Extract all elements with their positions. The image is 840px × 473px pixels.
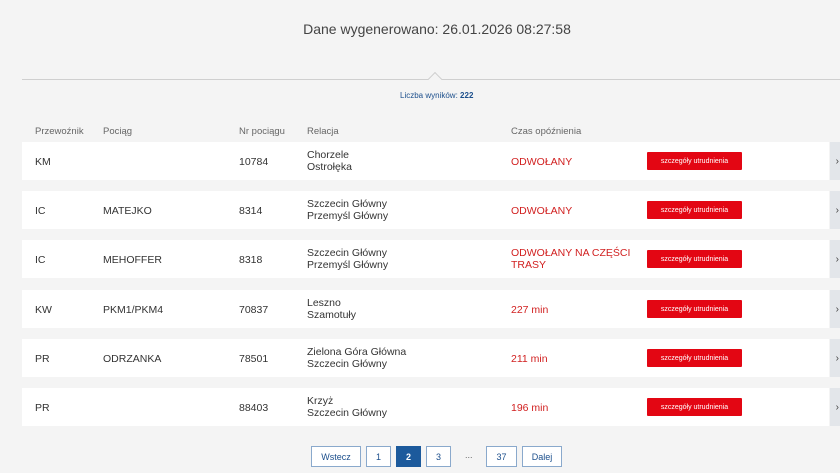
row-delay: ODWOŁANY — [511, 205, 572, 217]
row-delay: ODWOŁANY — [511, 156, 572, 168]
expand-row-icon[interactable]: › — [830, 240, 840, 278]
table-header: Przewoźnik Pociąg Nr pociągu Relacja Cza… — [0, 126, 840, 138]
disruption-details-button[interactable]: szczegóły utrudnienia — [647, 300, 742, 318]
row-delay: 211 min — [511, 353, 548, 365]
table-row: PR ODRZANKA 78501 Zielona Góra Główna Sz… — [22, 339, 829, 377]
page-last-button[interactable]: 37 — [486, 446, 517, 467]
disruption-details-button[interactable]: szczegóły utrudnienia — [647, 152, 742, 170]
page-1-button[interactable]: 1 — [366, 446, 391, 467]
row-route: Chorzele Ostrołęka — [307, 149, 352, 173]
expand-row-icon[interactable]: › — [830, 388, 840, 426]
route-to: Szczecin Główny — [307, 407, 387, 419]
row-number: 88403 — [239, 402, 269, 414]
row-train: PKM1/PKM4 — [103, 304, 164, 316]
route-to: Przemyśl Główny — [307, 210, 389, 222]
table-row: PR 88403 Krzyż Szczecin Główny 196 min s… — [22, 388, 829, 426]
route-from: Szczecin Główny — [307, 198, 387, 210]
row-number: 8314 — [239, 205, 263, 217]
delay-line-1: 227 min — [511, 304, 549, 316]
row-route: Szczecin Główny Przemyśl Główny — [307, 247, 388, 271]
generated-timestamp: Dane wygenerowano: 26.01.2026 08:27:58 — [303, 21, 571, 37]
prev-page-button[interactable]: Wstecz — [311, 446, 361, 467]
row-train: MATEJKO — [103, 205, 152, 217]
row-carrier: KW — [35, 304, 52, 316]
pagination-ellipsis: ... — [465, 450, 473, 460]
delay-line-1: ODWOŁANY — [511, 156, 573, 168]
row-number: 78501 — [239, 353, 269, 365]
row-delay: 196 min — [511, 402, 548, 414]
expand-row-icon[interactable]: › — [830, 142, 840, 180]
pagination: Wstecz 1 2 3 ... 37 Dalej — [0, 446, 840, 467]
route-from: Leszno — [307, 297, 341, 309]
results-count-value: 222 — [460, 91, 474, 100]
route-from: Szczecin Główny — [307, 247, 387, 259]
col-number: Nr pociągu — [239, 126, 285, 137]
delay-line-1: ODWOŁANY — [511, 205, 573, 217]
row-delay: ODWOŁANY NA CZĘŚCI TRASY — [511, 247, 630, 271]
row-route: Krzyż Szczecin Główny — [307, 395, 387, 419]
row-train: ODRZANKA — [103, 353, 162, 365]
row-route: Zielona Góra Główna Szczecin Główny — [307, 346, 406, 370]
row-number: 8318 — [239, 254, 263, 266]
table-row: IC MEHOFFER 8318 Szczecin Główny Przemyś… — [22, 240, 829, 278]
row-carrier: IC — [35, 254, 46, 266]
delay-line-1: 196 min — [511, 402, 549, 414]
row-carrier: KM — [35, 156, 51, 168]
row-number: 70837 — [239, 304, 269, 316]
expand-row-icon[interactable]: › — [830, 339, 840, 377]
row-delay: 227 min — [511, 304, 548, 316]
col-carrier: Przewoźnik — [35, 126, 84, 137]
col-route: Relacja — [307, 126, 339, 137]
route-to: Ostrołęka — [307, 161, 352, 173]
table-row: KW PKM1/PKM4 70837 Leszno Szamotuły 227 … — [22, 290, 829, 328]
col-train: Pociąg — [103, 126, 133, 137]
disruption-details-button[interactable]: szczegóły utrudnienia — [647, 250, 742, 268]
route-to: Przemyśl Główny — [307, 259, 389, 271]
route-to: Szamotuły — [307, 309, 357, 321]
table-row: IC MATEJKO 8314 Szczecin Główny Przemyśl… — [22, 191, 829, 229]
row-route: Leszno Szamotuły — [307, 297, 356, 321]
divider-notch — [427, 71, 443, 87]
disruption-details-button[interactable]: szczegóły utrudnienia — [647, 349, 742, 367]
route-from: Zielona Góra Główna — [307, 346, 407, 358]
route-to: Szczecin Główny — [307, 358, 387, 370]
route-from: Krzyż — [307, 395, 334, 407]
delay-line-1: 211 min — [511, 353, 548, 365]
next-page-button[interactable]: Dalej — [522, 446, 562, 467]
route-from: Chorzele — [307, 149, 350, 161]
row-carrier: PR — [35, 353, 50, 365]
row-route: Szczecin Główny Przemyśl Główny — [307, 198, 388, 222]
page-3-button[interactable]: 3 — [426, 446, 451, 467]
expand-row-icon[interactable]: › — [830, 191, 840, 229]
page-2-button[interactable]: 2 — [396, 446, 421, 467]
delay-line-1: ODWOŁANY NA CZĘŚCI — [511, 247, 631, 259]
row-number: 10784 — [239, 156, 269, 168]
table-row: KM 10784 Chorzele Ostrołęka ODWOŁANY szc… — [22, 142, 829, 180]
row-carrier: PR — [35, 402, 50, 414]
col-delay: Czas opóźnienia — [511, 126, 582, 137]
results-count-label: Liczba wyników: — [400, 91, 458, 100]
results-count: Liczba wyników: 222 — [400, 91, 473, 100]
expand-row-icon[interactable]: › — [830, 290, 840, 328]
row-carrier: IC — [35, 205, 46, 217]
disruption-details-button[interactable]: szczegóły utrudnienia — [647, 398, 742, 416]
delay-line-2: TRASY — [511, 259, 547, 271]
disruption-details-button[interactable]: szczegóły utrudnienia — [647, 201, 742, 219]
row-train: MEHOFFER — [103, 254, 162, 266]
